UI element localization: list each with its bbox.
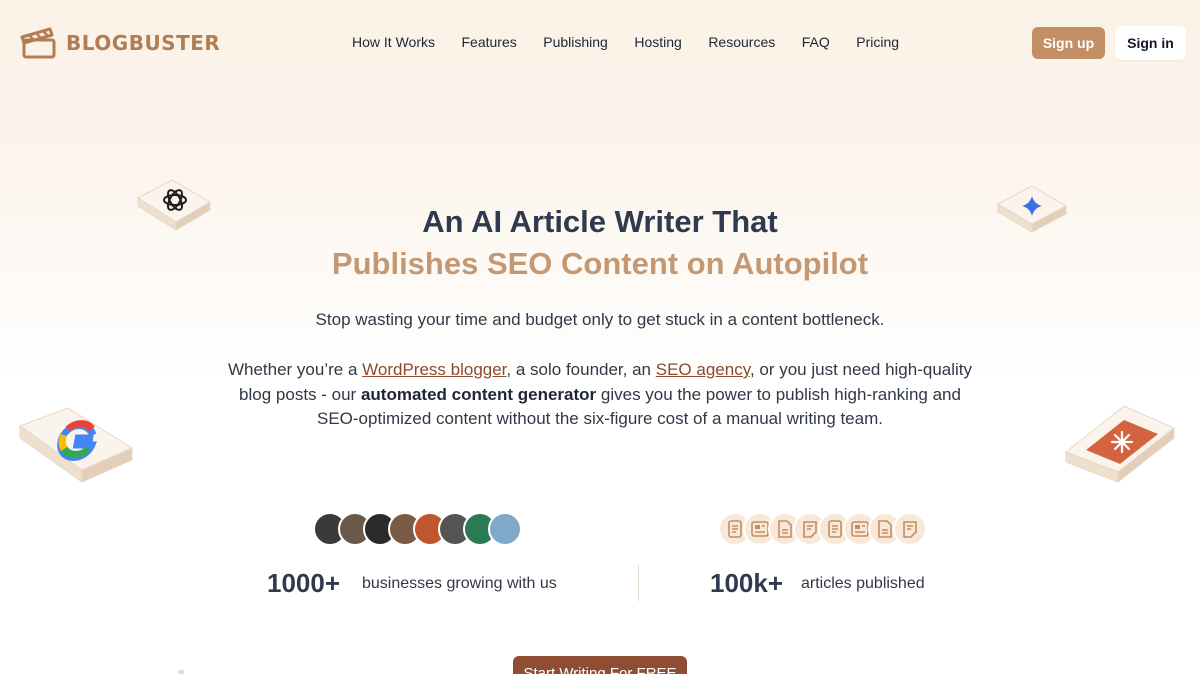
- start-writing-button[interactable]: Start Writing For FREE: [513, 656, 687, 674]
- avatar: [488, 512, 522, 546]
- decorative-dot: [178, 670, 184, 674]
- hero-description-text: Whether you’re a: [227, 360, 363, 379]
- claude-icon: [1065, 405, 1175, 484]
- articles-count: 100k+: [710, 568, 784, 598]
- note-doc-icon: [893, 512, 927, 546]
- hero-title-line1: An AI Article Writer That: [422, 204, 778, 239]
- wordpress-blogger-link[interactable]: WordPress blogger: [362, 360, 506, 379]
- brand-name: BLOGBUSTER: [66, 31, 221, 55]
- hero-subtitle: Stop wasting your time and budget only t…: [315, 310, 885, 329]
- google-icon: [18, 407, 134, 483]
- nav-pricing[interactable]: Pricing: [856, 34, 899, 51]
- businesses-label: businesses growing with us: [362, 575, 557, 592]
- hero-description-bold: automated content generator: [360, 384, 597, 404]
- signup-button[interactable]: Sign up: [1032, 27, 1105, 59]
- nav-faq[interactable]: FAQ: [802, 34, 830, 51]
- brand-logo[interactable]: BLOGBUSTER: [20, 26, 220, 60]
- nav-resources[interactable]: Resources: [708, 34, 775, 51]
- stats-divider: [638, 565, 639, 601]
- articles-label: articles published: [801, 575, 925, 592]
- article-icons: [718, 512, 927, 546]
- signin-button[interactable]: Sign in: [1115, 26, 1186, 60]
- main-nav: How It Works Features Publishing Hosting…: [352, 34, 926, 51]
- seo-agency-link[interactable]: SEO agency: [656, 360, 750, 379]
- hero-description-text: , a solo founder, an: [506, 360, 656, 379]
- site-header: BLOGBUSTER How It Works Features Publish…: [0, 0, 1200, 86]
- businesses-count: 1000+: [267, 568, 341, 598]
- hero-description: Whether you’re a WordPress blogger, a so…: [225, 358, 975, 432]
- nav-features[interactable]: Features: [461, 34, 516, 51]
- nav-how-it-works[interactable]: How It Works: [352, 34, 435, 51]
- hero-title-line2: Publishes SEO Content on Autopilot: [331, 246, 869, 281]
- customer-avatars: [313, 512, 522, 546]
- nav-publishing[interactable]: Publishing: [543, 34, 608, 51]
- clapperboard-icon: [20, 27, 56, 59]
- nav-hosting[interactable]: Hosting: [634, 34, 681, 51]
